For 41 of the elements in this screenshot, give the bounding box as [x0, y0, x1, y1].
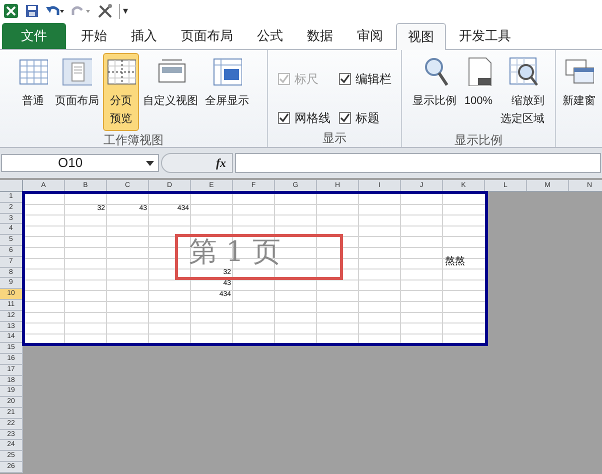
undo-icon[interactable] — [45, 4, 65, 18]
checkbox[interactable] — [278, 112, 290, 124]
ribbon-button[interactable]: 缩放到选定区域 — [498, 53, 548, 131]
group-label: 显示比例 — [454, 132, 504, 147]
ribbon-tab[interactable]: 数据 — [296, 23, 344, 49]
page-icon — [62, 56, 92, 86]
checkbox-label[interactable]: 网格线 — [294, 108, 330, 126]
checkbox-label[interactable]: 编辑栏 — [356, 70, 392, 88]
ribbon-button[interactable]: 显示比例 — [410, 53, 460, 113]
ribbon-tab[interactable]: 开发工具 — [448, 23, 522, 49]
zoom-selection-icon — [508, 56, 538, 86]
ribbon-button[interactable]: 自定义视图 — [140, 53, 201, 113]
ribbon-tab[interactable]: 页面布局 — [170, 23, 244, 49]
ribbon-tab[interactable]: 视图 — [396, 23, 446, 50]
cell-value: 熬熬 — [445, 257, 465, 268]
dropdown-caret-icon[interactable] — [146, 160, 154, 166]
ribbon-tab[interactable]: 开始 — [70, 23, 118, 49]
ribbon-tab[interactable]: 文件 — [2, 23, 66, 49]
cell-reference: O10 — [58, 154, 83, 172]
ribbon-button[interactable]: 分页预览 — [103, 53, 139, 131]
ribbon-button[interactable]: 新建窗 — [560, 53, 598, 113]
save-icon[interactable] — [25, 4, 39, 18]
page-number-label: 第 1 页 — [189, 238, 281, 266]
fullscreen-icon — [212, 56, 242, 86]
spreadsheet-app-icon[interactable] — [3, 3, 19, 19]
checkbox-label[interactable]: 标题 — [356, 108, 380, 126]
ribbon-tab[interactable]: 插入 — [120, 23, 168, 49]
ribbon-button[interactable]: 普通 — [15, 53, 51, 113]
checkbox[interactable] — [338, 72, 350, 84]
group-label: 显示 — [322, 130, 348, 147]
ribbon-button[interactable]: 100% — [460, 53, 496, 113]
insert-function-button[interactable]: fx — [216, 154, 226, 172]
name-box[interactable]: O10 — [1, 154, 159, 172]
group-label: 工作簿视图 — [102, 132, 164, 147]
customize-menu-button[interactable]: ▾ — [119, 4, 128, 18]
ribbon-button[interactable]: 全屏显示 — [202, 53, 252, 113]
checkbox[interactable] — [338, 112, 350, 124]
formula-input[interactable] — [235, 153, 601, 173]
ribbon-button[interactable]: 页面布局 — [52, 53, 102, 113]
ribbon-tab[interactable]: 公式 — [246, 23, 294, 49]
ribbon-tab[interactable]: 审阅 — [346, 23, 394, 49]
